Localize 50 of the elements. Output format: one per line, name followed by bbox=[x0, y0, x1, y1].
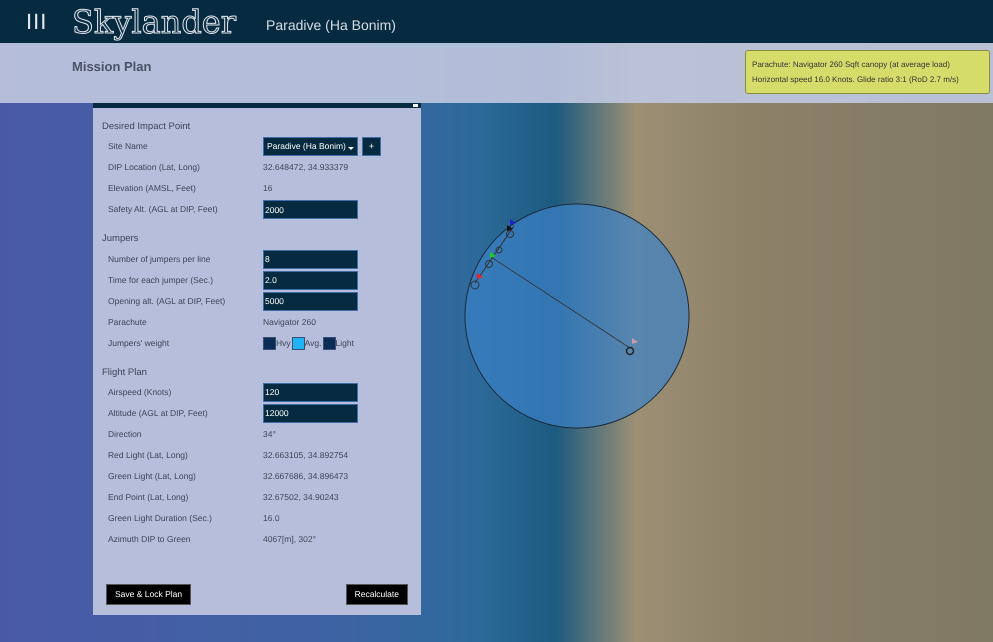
field-label: Altitude (AGL at DIP, Feet) bbox=[108, 406, 209, 420]
field-label: Number of jumpers per line bbox=[108, 252, 212, 266]
parachute-tooltip: Parachute: Navigator 260 Sqft canopy (at average load) Horizontal speed 16.0 Knots. Glide ratio 3:1 (RoD 2.7 m/s) bbox=[745, 50, 990, 94]
field-value: 32.648472, 34.933379 bbox=[263, 161, 348, 174]
field-value: 32.663105, 34.892754 bbox=[263, 448, 348, 462]
field-value: Navigator 260 bbox=[263, 316, 316, 328]
save-lock-button[interactable]: Save & Lock Plan bbox=[106, 584, 192, 605]
input-field[interactable]: 120 bbox=[263, 382, 358, 402]
input-field[interactable]: 5000 bbox=[263, 292, 358, 310]
page-title: Mission Plan bbox=[72, 58, 152, 76]
input-field[interactable]: 12000 bbox=[263, 404, 358, 423]
field-value: 34° bbox=[263, 428, 276, 441]
section-heading: Flight Plan bbox=[102, 366, 148, 380]
field-label: Direction bbox=[108, 428, 143, 441]
input-field[interactable]: 8 bbox=[263, 250, 358, 268]
field-value: 16.0 bbox=[263, 512, 280, 525]
input-field[interactable]: 2000 bbox=[263, 200, 358, 220]
field-label: Red Light (Lat, Long) bbox=[108, 448, 189, 462]
field-value: 32.67502, 34.90243 bbox=[263, 490, 339, 504]
weight-option[interactable] bbox=[292, 336, 305, 350]
field-label: Parachute bbox=[108, 316, 148, 328]
field-label: Time for each jumper (Sec.) bbox=[108, 274, 214, 286]
field-label: Green Light Duration (Sec.) bbox=[108, 512, 213, 525]
field-label: Green Light (Lat, Long) bbox=[108, 470, 197, 483]
option-label: Hvy bbox=[276, 336, 291, 350]
field-label: DIP Location (Lat, Long) bbox=[108, 161, 201, 174]
field-value: 4067[m], 302° bbox=[263, 532, 316, 546]
weight-option[interactable] bbox=[322, 336, 336, 350]
add-button[interactable]: + bbox=[362, 137, 381, 156]
field-value: 32.667686, 34.896473 bbox=[263, 470, 348, 483]
field-label: Azimuth DIP to Green bbox=[108, 532, 192, 546]
field-label: Opening alt. (AGL at DIP, Feet) bbox=[108, 294, 226, 308]
option-label: Light bbox=[336, 336, 354, 350]
section-heading: Desired Impact Point bbox=[102, 120, 192, 134]
site-select[interactable]: Paradive (Ha Bonim) bbox=[263, 137, 358, 156]
satellite-map[interactable] bbox=[0, 43, 993, 642]
weight-option[interactable] bbox=[263, 336, 276, 350]
field-label: End Point (Lat, Long) bbox=[108, 490, 190, 504]
input-field[interactable]: 2.0 bbox=[263, 270, 358, 290]
field-value: 16 bbox=[263, 182, 272, 196]
field-label: Airspeed (Knots) bbox=[108, 386, 172, 399]
section-heading: Jumpers bbox=[102, 232, 140, 246]
field-label: Jumpers' weight bbox=[108, 336, 170, 350]
field-label: Safety Alt. (AGL at DIP, Feet) bbox=[108, 203, 219, 216]
caret-icon bbox=[348, 147, 354, 150]
recalculate-button[interactable]: Recalculate bbox=[346, 584, 408, 605]
menu-icon[interactable]: III bbox=[26, 5, 48, 38]
site-title: Paradive (Ha Bonim) bbox=[266, 16, 396, 35]
field-label: Site Name bbox=[108, 140, 149, 154]
field-label: Elevation (AMSL, Feet) bbox=[108, 182, 197, 196]
